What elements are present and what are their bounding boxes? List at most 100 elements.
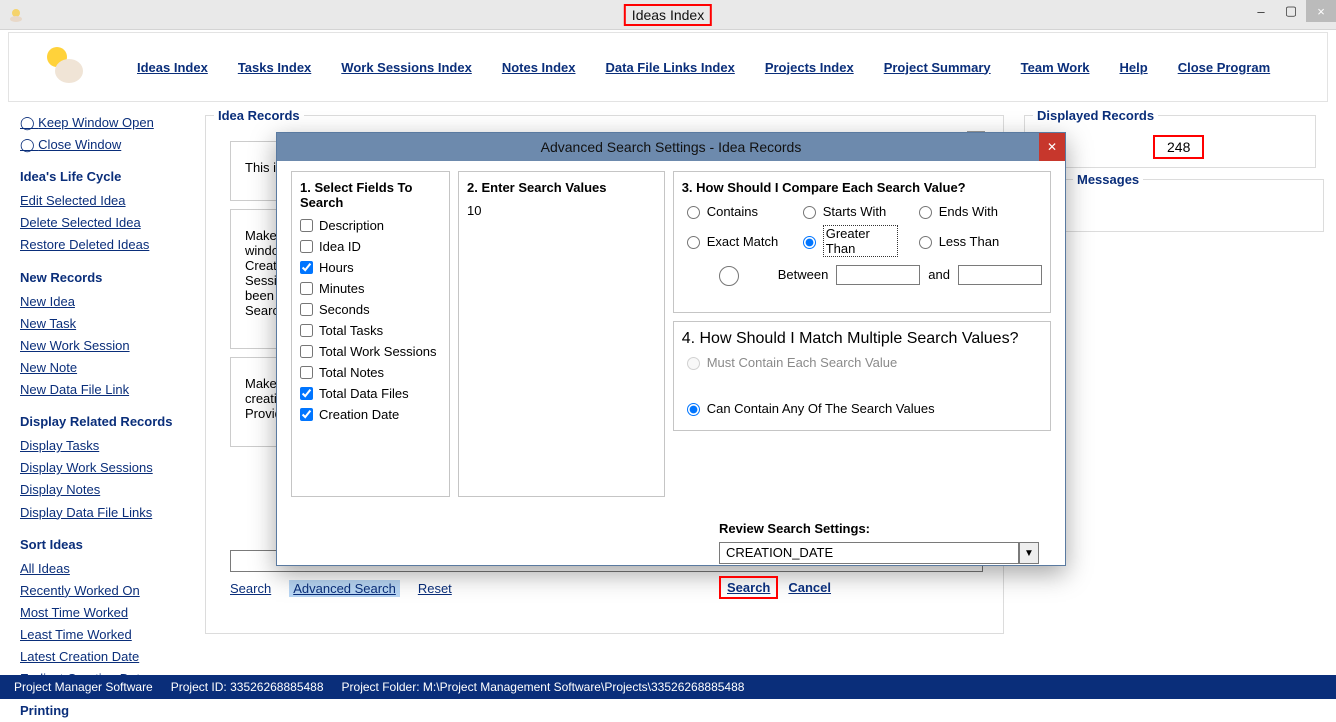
link-new-data-file-link[interactable]: New Data File Link	[20, 379, 189, 401]
menu-notes-index[interactable]: Notes Index	[502, 60, 576, 75]
radio-less-than[interactable]: Less Than	[914, 225, 1014, 257]
panel-title: 2. Enter Search Values	[467, 180, 656, 195]
panel-enter-values: 2. Enter Search Values 10	[458, 171, 665, 497]
messages-legend: Messages	[1073, 172, 1143, 187]
window-titlebar: Ideas Index – ▢ ×	[0, 0, 1336, 30]
menu-projects-index[interactable]: Projects Index	[765, 60, 854, 75]
panel-select-fields: 1. Select Fields To Search Description Id…	[291, 171, 450, 497]
radio-label: Can Contain Any Of The Search Values	[707, 401, 935, 416]
dialog-cancel-button[interactable]: Cancel	[786, 576, 833, 599]
field-checkbox-total-work-sessions[interactable]: Total Work Sessions	[300, 344, 441, 359]
link-edit-selected-idea[interactable]: Edit Selected Idea	[20, 190, 189, 212]
radio-ends-with[interactable]: Ends With	[914, 203, 1014, 219]
radio-can-contain-any[interactable]: Can Contain Any Of The Search Values	[682, 400, 1042, 416]
field-checkbox-description[interactable]: Description	[300, 218, 441, 233]
sidebar: ◯ Keep Window Open ◯ Close Window Idea's…	[8, 102, 193, 662]
link-display-work-sessions[interactable]: Display Work Sessions	[20, 457, 189, 479]
link-latest-creation-date[interactable]: Latest Creation Date	[20, 646, 189, 668]
footer-label: Project Folder:	[342, 680, 420, 694]
field-checkbox-seconds[interactable]: Seconds	[300, 302, 441, 317]
footer-app-name: Project Manager Software	[14, 680, 153, 694]
window-title: Ideas Index	[624, 4, 712, 26]
review-combo[interactable]: CREATION_DATE	[719, 542, 1019, 564]
radio-must-contain-each[interactable]: Must Contain Each Search Value	[682, 354, 1042, 370]
menu-data-file-links-index[interactable]: Data File Links Index	[606, 60, 735, 75]
section-display-related: Display Related Records	[20, 411, 189, 433]
field-checkbox-total-data-files[interactable]: Total Data Files	[300, 386, 441, 401]
panel-match-multiple: 4. How Should I Match Multiple Search Va…	[673, 321, 1051, 431]
section-new-records: New Records	[20, 267, 189, 289]
dialog-title-text: Advanced Search Settings - Idea Records	[541, 139, 802, 155]
footer-label: Project ID:	[171, 680, 227, 694]
radio-label: Keep Window Open	[38, 115, 154, 130]
panel-title: 1. Select Fields To Search	[300, 180, 441, 210]
menu-project-summary[interactable]: Project Summary	[884, 60, 991, 75]
footer-value: 33526268885488	[230, 680, 323, 694]
menu-close-program[interactable]: Close Program	[1178, 60, 1270, 75]
radio-label: Must Contain Each Search Value	[707, 355, 898, 370]
panel-compare: 3. How Should I Compare Each Search Valu…	[673, 171, 1051, 313]
radio-contains[interactable]: Contains	[682, 203, 782, 219]
menu-help[interactable]: Help	[1120, 60, 1148, 75]
link-restore-deleted-ideas[interactable]: Restore Deleted Ideas	[20, 234, 189, 256]
section-sort-ideas: Sort Ideas	[20, 534, 189, 556]
messages-group: Messages	[1064, 172, 1324, 232]
dialog-search-button[interactable]: Search	[719, 576, 778, 599]
maximize-button[interactable]: ▢	[1276, 0, 1306, 22]
radio-between[interactable]: Between	[682, 263, 829, 286]
between-to-input[interactable]	[958, 265, 1042, 285]
search-link[interactable]: Search	[230, 581, 271, 596]
menu-team-work[interactable]: Team Work	[1021, 60, 1090, 75]
field-checkbox-total-notes[interactable]: Total Notes	[300, 365, 441, 380]
close-button[interactable]: ×	[1306, 0, 1336, 22]
radio-exact-match[interactable]: Exact Match	[682, 225, 782, 257]
field-checkbox-total-tasks[interactable]: Total Tasks	[300, 323, 441, 338]
status-bar: Project Manager Software Project ID: 335…	[0, 675, 1336, 699]
menu-work-sessions-index[interactable]: Work Sessions Index	[341, 60, 472, 75]
displayed-records-group: Displayed Records 248	[1024, 108, 1316, 168]
radio-starts-with[interactable]: Starts With	[798, 203, 898, 219]
section-life-cycle: Idea's Life Cycle	[20, 166, 189, 188]
displayed-records-legend: Displayed Records	[1033, 108, 1158, 123]
link-new-idea[interactable]: New Idea	[20, 291, 189, 313]
radio-label: Close Window	[38, 137, 121, 152]
panel-title: 3. How Should I Compare Each Search Valu…	[682, 180, 1042, 195]
idea-records-legend: Idea Records	[214, 108, 304, 123]
advanced-search-dialog: Advanced Search Settings - Idea Records …	[276, 132, 1066, 566]
field-checkbox-hours[interactable]: Hours	[300, 260, 441, 275]
radio-keep-window-open[interactable]: ◯ Keep Window Open	[20, 112, 189, 134]
review-label: Review Search Settings:	[719, 521, 1051, 536]
menu-ideas-index[interactable]: Ideas Index	[137, 60, 208, 75]
link-most-time-worked[interactable]: Most Time Worked	[20, 602, 189, 624]
footer-value: M:\Project Management Software\Projects\…	[423, 680, 745, 694]
menu-tasks-index[interactable]: Tasks Index	[238, 60, 311, 75]
menubar: Ideas Index Tasks Index Work Sessions In…	[8, 32, 1328, 102]
link-display-tasks[interactable]: Display Tasks	[20, 435, 189, 457]
and-label: and	[928, 267, 950, 282]
link-delete-selected-idea[interactable]: Delete Selected Idea	[20, 212, 189, 234]
panel-title: 4. How Should I Match Multiple Search Va…	[682, 330, 1042, 348]
dialog-close-button[interactable]: ✕	[1039, 133, 1065, 161]
between-from-input[interactable]	[836, 265, 920, 285]
link-all-ideas[interactable]: All Ideas	[20, 558, 189, 580]
link-recently-worked-on[interactable]: Recently Worked On	[20, 580, 189, 602]
minimize-button[interactable]: –	[1246, 0, 1276, 22]
link-display-notes[interactable]: Display Notes	[20, 479, 189, 501]
field-checkbox-creation-date[interactable]: Creation Date	[300, 407, 441, 422]
combo-dropdown-button[interactable]: ▼	[1019, 542, 1039, 564]
link-new-note[interactable]: New Note	[20, 357, 189, 379]
app-icon	[6, 5, 26, 25]
link-least-time-worked[interactable]: Least Time Worked	[20, 624, 189, 646]
field-checkbox-idea-id[interactable]: Idea ID	[300, 239, 441, 254]
field-checkbox-minutes[interactable]: Minutes	[300, 281, 441, 296]
radio-label: Between	[778, 267, 829, 282]
dialog-title: Advanced Search Settings - Idea Records …	[277, 133, 1065, 161]
link-new-work-session[interactable]: New Work Session	[20, 335, 189, 357]
radio-greater-than[interactable]: Greater Than	[798, 225, 898, 257]
section-printing: Printing	[20, 700, 189, 722]
search-value[interactable]: 10	[467, 203, 656, 218]
link-display-data-file-links[interactable]: Display Data File Links	[20, 502, 189, 524]
lightbulb-head-icon	[39, 43, 87, 91]
radio-close-window[interactable]: ◯ Close Window	[20, 134, 189, 156]
link-new-task[interactable]: New Task	[20, 313, 189, 335]
